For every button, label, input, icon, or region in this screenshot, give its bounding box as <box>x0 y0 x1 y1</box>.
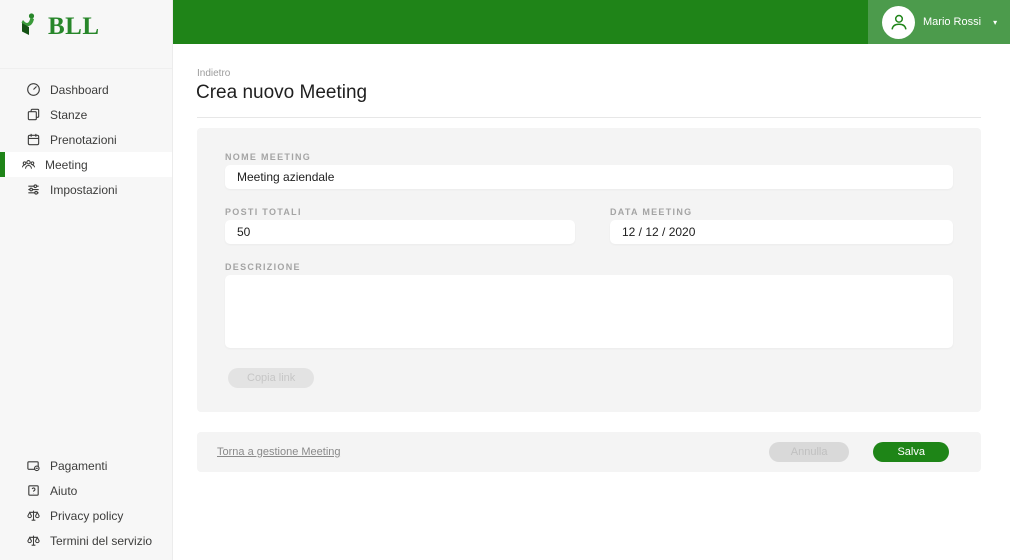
brand-logo[interactable]: BLL <box>0 0 172 44</box>
sidebar-item-meeting[interactable]: Meeting <box>0 152 172 177</box>
meeting-form-panel: NOME MEETING POSTI TOTALI DATA MEETING D… <box>197 128 981 412</box>
main-content: Indietro Crea nuovo Meeting NOME MEETING… <box>173 44 1010 560</box>
sidebar-nav: Dashboard Stanze Prenotazioni Meeting Im… <box>0 77 172 202</box>
top-header-bar: Mario Rossi ▾ <box>173 0 1010 44</box>
descrizione-label: DESCRIZIONE <box>225 262 301 272</box>
sidebar-item-label: Meeting <box>45 157 88 172</box>
help-icon <box>25 483 41 499</box>
data-meeting-label: DATA MEETING <box>610 207 693 217</box>
sidebar-item-pagamenti[interactable]: Pagamenti <box>0 453 172 478</box>
sidebar-item-privacy-policy[interactable]: Privacy policy <box>0 503 172 528</box>
posti-totali-input[interactable] <box>225 220 575 244</box>
copy-link-button[interactable]: Copia link <box>228 368 315 388</box>
people-icon <box>20 157 36 173</box>
sidebar-footer-nav: Pagamenti Aiuto Privacy policy Termini d… <box>0 453 172 553</box>
sidebar-item-label: Pagamenti <box>50 458 108 473</box>
dashboard-icon <box>25 82 41 98</box>
sidebar-item-label: Prenotazioni <box>50 132 117 147</box>
sidebar-divider <box>0 68 172 69</box>
title-divider <box>197 117 981 118</box>
rooms-icon <box>25 107 41 123</box>
page-title: Crea nuovo Meeting <box>196 82 368 103</box>
credit-card-icon <box>25 458 41 474</box>
sidebar-item-label: Privacy policy <box>50 508 124 523</box>
nome-meeting-label: NOME MEETING <box>225 152 312 162</box>
sidebar-item-stanze[interactable]: Stanze <box>0 102 172 127</box>
descrizione-textarea[interactable] <box>225 275 953 348</box>
posti-totali-label: POSTI TOTALI <box>225 207 302 217</box>
scales-icon <box>25 508 41 524</box>
save-button[interactable]: Salva <box>873 442 949 462</box>
sidebar-item-label: Dashboard <box>50 82 109 97</box>
brand-logo-icon <box>18 11 44 42</box>
breadcrumb-back[interactable]: Indietro <box>197 68 230 79</box>
user-menu[interactable]: Mario Rossi ▾ <box>868 0 1010 44</box>
sidebar-item-prenotazioni[interactable]: Prenotazioni <box>0 127 172 152</box>
scales-icon <box>25 533 41 549</box>
sidebar-item-dashboard[interactable]: Dashboard <box>0 77 172 102</box>
avatar <box>882 5 915 39</box>
brand-name: BLL <box>48 12 100 40</box>
sidebar-item-impostazioni[interactable]: Impostazioni <box>0 177 172 202</box>
sliders-icon <box>25 182 41 198</box>
sidebar-item-aiuto[interactable]: Aiuto <box>0 478 172 503</box>
sidebar-item-label: Impostazioni <box>50 182 118 197</box>
calendar-icon <box>25 132 41 148</box>
form-action-bar: Torna a gestione Meeting Annulla Salva <box>197 432 981 472</box>
cancel-button[interactable]: Annulla <box>768 442 850 462</box>
sidebar-item-label: Stanze <box>50 107 88 122</box>
user-name: Mario Rossi <box>923 16 982 28</box>
chevron-down-icon: ▾ <box>993 17 998 27</box>
nome-meeting-input[interactable] <box>225 165 953 189</box>
data-meeting-input[interactable] <box>610 220 953 244</box>
back-to-meetings-link[interactable]: Torna a gestione Meeting <box>217 446 341 458</box>
sidebar: BLL Dashboard Stanze Prenotazioni Meetin… <box>0 0 173 560</box>
sidebar-item-label: Termini del servizio <box>50 533 153 548</box>
sidebar-item-termini-del-servizio[interactable]: Termini del servizio <box>0 528 172 553</box>
sidebar-item-label: Aiuto <box>50 483 78 498</box>
